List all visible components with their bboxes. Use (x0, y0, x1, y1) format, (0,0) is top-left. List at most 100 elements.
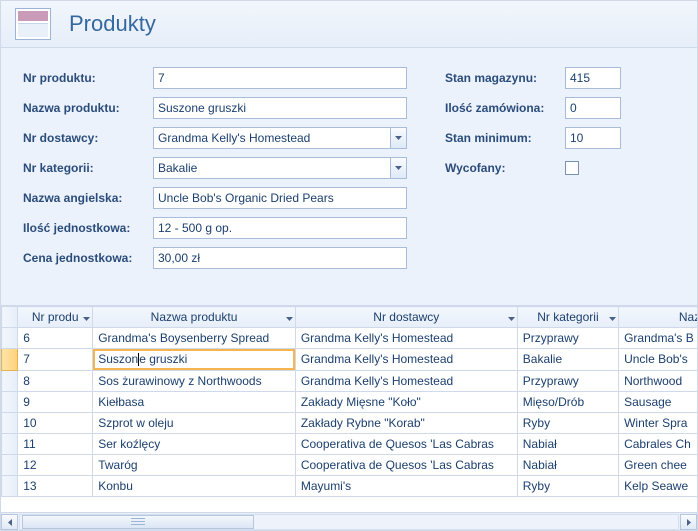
table-cell[interactable]: Grandma Kelly's Homestead (295, 349, 517, 371)
table-cell[interactable]: Uncle Bob's (619, 349, 697, 371)
table-cell[interactable]: Ser koźlęcy (93, 433, 296, 454)
chevron-down-icon (395, 166, 402, 170)
label-nr-dostawcy: Nr dostawcy: (23, 131, 153, 145)
table-cell[interactable]: 13 (18, 475, 93, 496)
table-cell[interactable]: Ryby (517, 412, 618, 433)
row-selector[interactable] (2, 412, 18, 433)
table-cell[interactable]: Mięso/Drób (517, 391, 618, 412)
col-header-nr-dostawcy[interactable]: Nr dostawcy (295, 307, 517, 328)
table-cell[interactable]: 12 (18, 454, 93, 475)
table-row[interactable]: 8Sos żurawinowy z NorthwoodsGrandma Kell… (2, 370, 698, 391)
col-header-nr-kategorii[interactable]: Nr kategorii (517, 307, 618, 328)
row-selector[interactable] (2, 370, 18, 391)
table-cell[interactable]: Grandma Kelly's Homestead (295, 328, 517, 349)
table-row[interactable]: 9KiełbasaZakłady Mięsne "Koło"Mięso/Drób… (2, 391, 698, 412)
scroll-thumb[interactable] (22, 515, 254, 529)
row-selector[interactable] (2, 349, 18, 371)
table-cell[interactable]: Nabiał (517, 454, 618, 475)
select-all-cell[interactable] (2, 307, 18, 328)
combo-nr-kategorii[interactable] (153, 157, 407, 179)
table-cell[interactable]: Sausage (619, 391, 697, 412)
table-cell[interactable]: Kiełbasa (93, 391, 296, 412)
label-ilosc-jednostkowa: Ilość jednostkowa: (23, 221, 153, 235)
table-cell[interactable]: 11 (18, 433, 93, 454)
input-nazwa-produktu[interactable] (153, 97, 407, 119)
input-nr-dostawcy[interactable] (153, 127, 390, 149)
table-cell[interactable]: 7 (18, 349, 93, 371)
table-cell[interactable]: Grandma's B (619, 328, 697, 349)
table-row[interactable]: 11Ser koźlęcyCooperativa de Quesos 'Las … (2, 433, 698, 454)
scroll-track[interactable] (19, 514, 679, 530)
table-header-row: Nr produ Nazwa produktu Nr dostawcy (2, 307, 698, 328)
row-selector[interactable] (2, 328, 18, 349)
table-cell[interactable]: 8 (18, 370, 93, 391)
table-cell[interactable]: Cooperativa de Quesos 'Las Cabras (295, 433, 517, 454)
input-nr-produktu[interactable] (153, 67, 407, 89)
dropdown-button-dostawcy[interactable] (390, 127, 407, 149)
combo-nr-dostawcy[interactable] (153, 127, 407, 149)
horizontal-scrollbar[interactable] (1, 512, 697, 531)
scroll-right-button[interactable] (680, 514, 697, 530)
form-header: Produkty (1, 1, 697, 48)
form-title: Produkty (69, 11, 156, 37)
table-row[interactable]: 7Suszone gruszkiGrandma Kelly's Homestea… (2, 349, 698, 371)
chevron-down-icon[interactable] (286, 310, 293, 324)
table-cell[interactable]: Green chee (619, 454, 697, 475)
table-cell[interactable]: Mayumi's (295, 475, 517, 496)
input-ilosc-jednostkowa[interactable] (153, 217, 407, 239)
input-nr-kategorii[interactable] (153, 157, 390, 179)
checkbox-wycofany[interactable] (565, 161, 579, 175)
input-ilosc-zamowiona[interactable] (565, 97, 621, 119)
chevron-down-icon[interactable] (508, 310, 515, 324)
chevron-down-icon[interactable] (609, 310, 616, 324)
table-cell[interactable]: Konbu (93, 475, 296, 496)
col-header-naz[interactable]: Naz (619, 307, 697, 328)
row-selector[interactable] (2, 391, 18, 412)
input-cena-jednostkowa[interactable] (153, 247, 407, 269)
table-cell[interactable]: Twaróg (93, 454, 296, 475)
dropdown-button-kategorii[interactable] (390, 157, 407, 179)
table-cell[interactable]: Cooperativa de Quesos 'Las Cabras (295, 454, 517, 475)
table-cell[interactable]: Przyprawy (517, 328, 618, 349)
table-row[interactable]: 6Grandma's Boysenberry SpreadGrandma Kel… (2, 328, 698, 349)
table-cell[interactable]: Kelp Seawe (619, 475, 697, 496)
table-cell[interactable]: Sos żurawinowy z Northwoods (93, 370, 296, 391)
row-selector[interactable] (2, 454, 18, 475)
input-stan-minimum[interactable] (565, 127, 621, 149)
table-cell[interactable]: Winter Spra (619, 412, 697, 433)
table-cell[interactable]: Grandma Kelly's Homestead (295, 370, 517, 391)
table-cell[interactable]: Ryby (517, 475, 618, 496)
table-cell[interactable]: 6 (18, 328, 93, 349)
label-nazwa-produktu: Nazwa produktu: (23, 101, 153, 115)
table-cell[interactable]: Grandma's Boysenberry Spread (93, 328, 296, 349)
label-cena-jednostkowa: Cena jednostkowa: (23, 251, 153, 265)
table-cell[interactable]: Cabrales Ch (619, 433, 697, 454)
table-cell[interactable]: Suszone gruszki (93, 349, 296, 371)
input-stan-magazynu[interactable] (565, 67, 621, 89)
table-row[interactable]: 13KonbuMayumi'sRybyKelp Seawe (2, 475, 698, 496)
col-header-label: Nazwa produktu (151, 310, 238, 324)
col-header-nr-produ[interactable]: Nr produ (18, 307, 93, 328)
label-ilosc-zamowiona: Ilość zamówiona: (445, 101, 565, 115)
chevron-down-icon[interactable] (83, 310, 90, 324)
datasheet: Nr produ Nazwa produktu Nr dostawcy (1, 306, 697, 531)
table-row[interactable]: 10Szprot w olejuZakłady Rybne "Korab"Ryb… (2, 412, 698, 433)
table-cell[interactable]: 9 (18, 391, 93, 412)
table-cell[interactable]: Zakłady Rybne "Korab" (295, 412, 517, 433)
datasheet-scroll[interactable]: Nr produ Nazwa produktu Nr dostawcy (1, 306, 697, 509)
row-selector[interactable] (2, 433, 18, 454)
col-header-nazwa-produktu[interactable]: Nazwa produktu (93, 307, 296, 328)
datasheet-table: Nr produ Nazwa produktu Nr dostawcy (1, 306, 697, 497)
table-cell[interactable]: Przyprawy (517, 370, 618, 391)
table-cell[interactable]: Zakłady Mięsne "Koło" (295, 391, 517, 412)
table-cell[interactable]: Northwood (619, 370, 697, 391)
scroll-left-button[interactable] (1, 514, 18, 530)
table-cell[interactable]: Nabiał (517, 433, 618, 454)
table-cell[interactable]: Bakalie (517, 349, 618, 371)
table-cell[interactable]: 10 (18, 412, 93, 433)
table-cell[interactable]: Szprot w oleju (93, 412, 296, 433)
input-nazwa-angielska[interactable] (153, 187, 407, 209)
row-selector[interactable] (2, 475, 18, 496)
table-row[interactable]: 12TwarógCooperativa de Quesos 'Las Cabra… (2, 454, 698, 475)
label-wycofany: Wycofany: (445, 161, 565, 175)
